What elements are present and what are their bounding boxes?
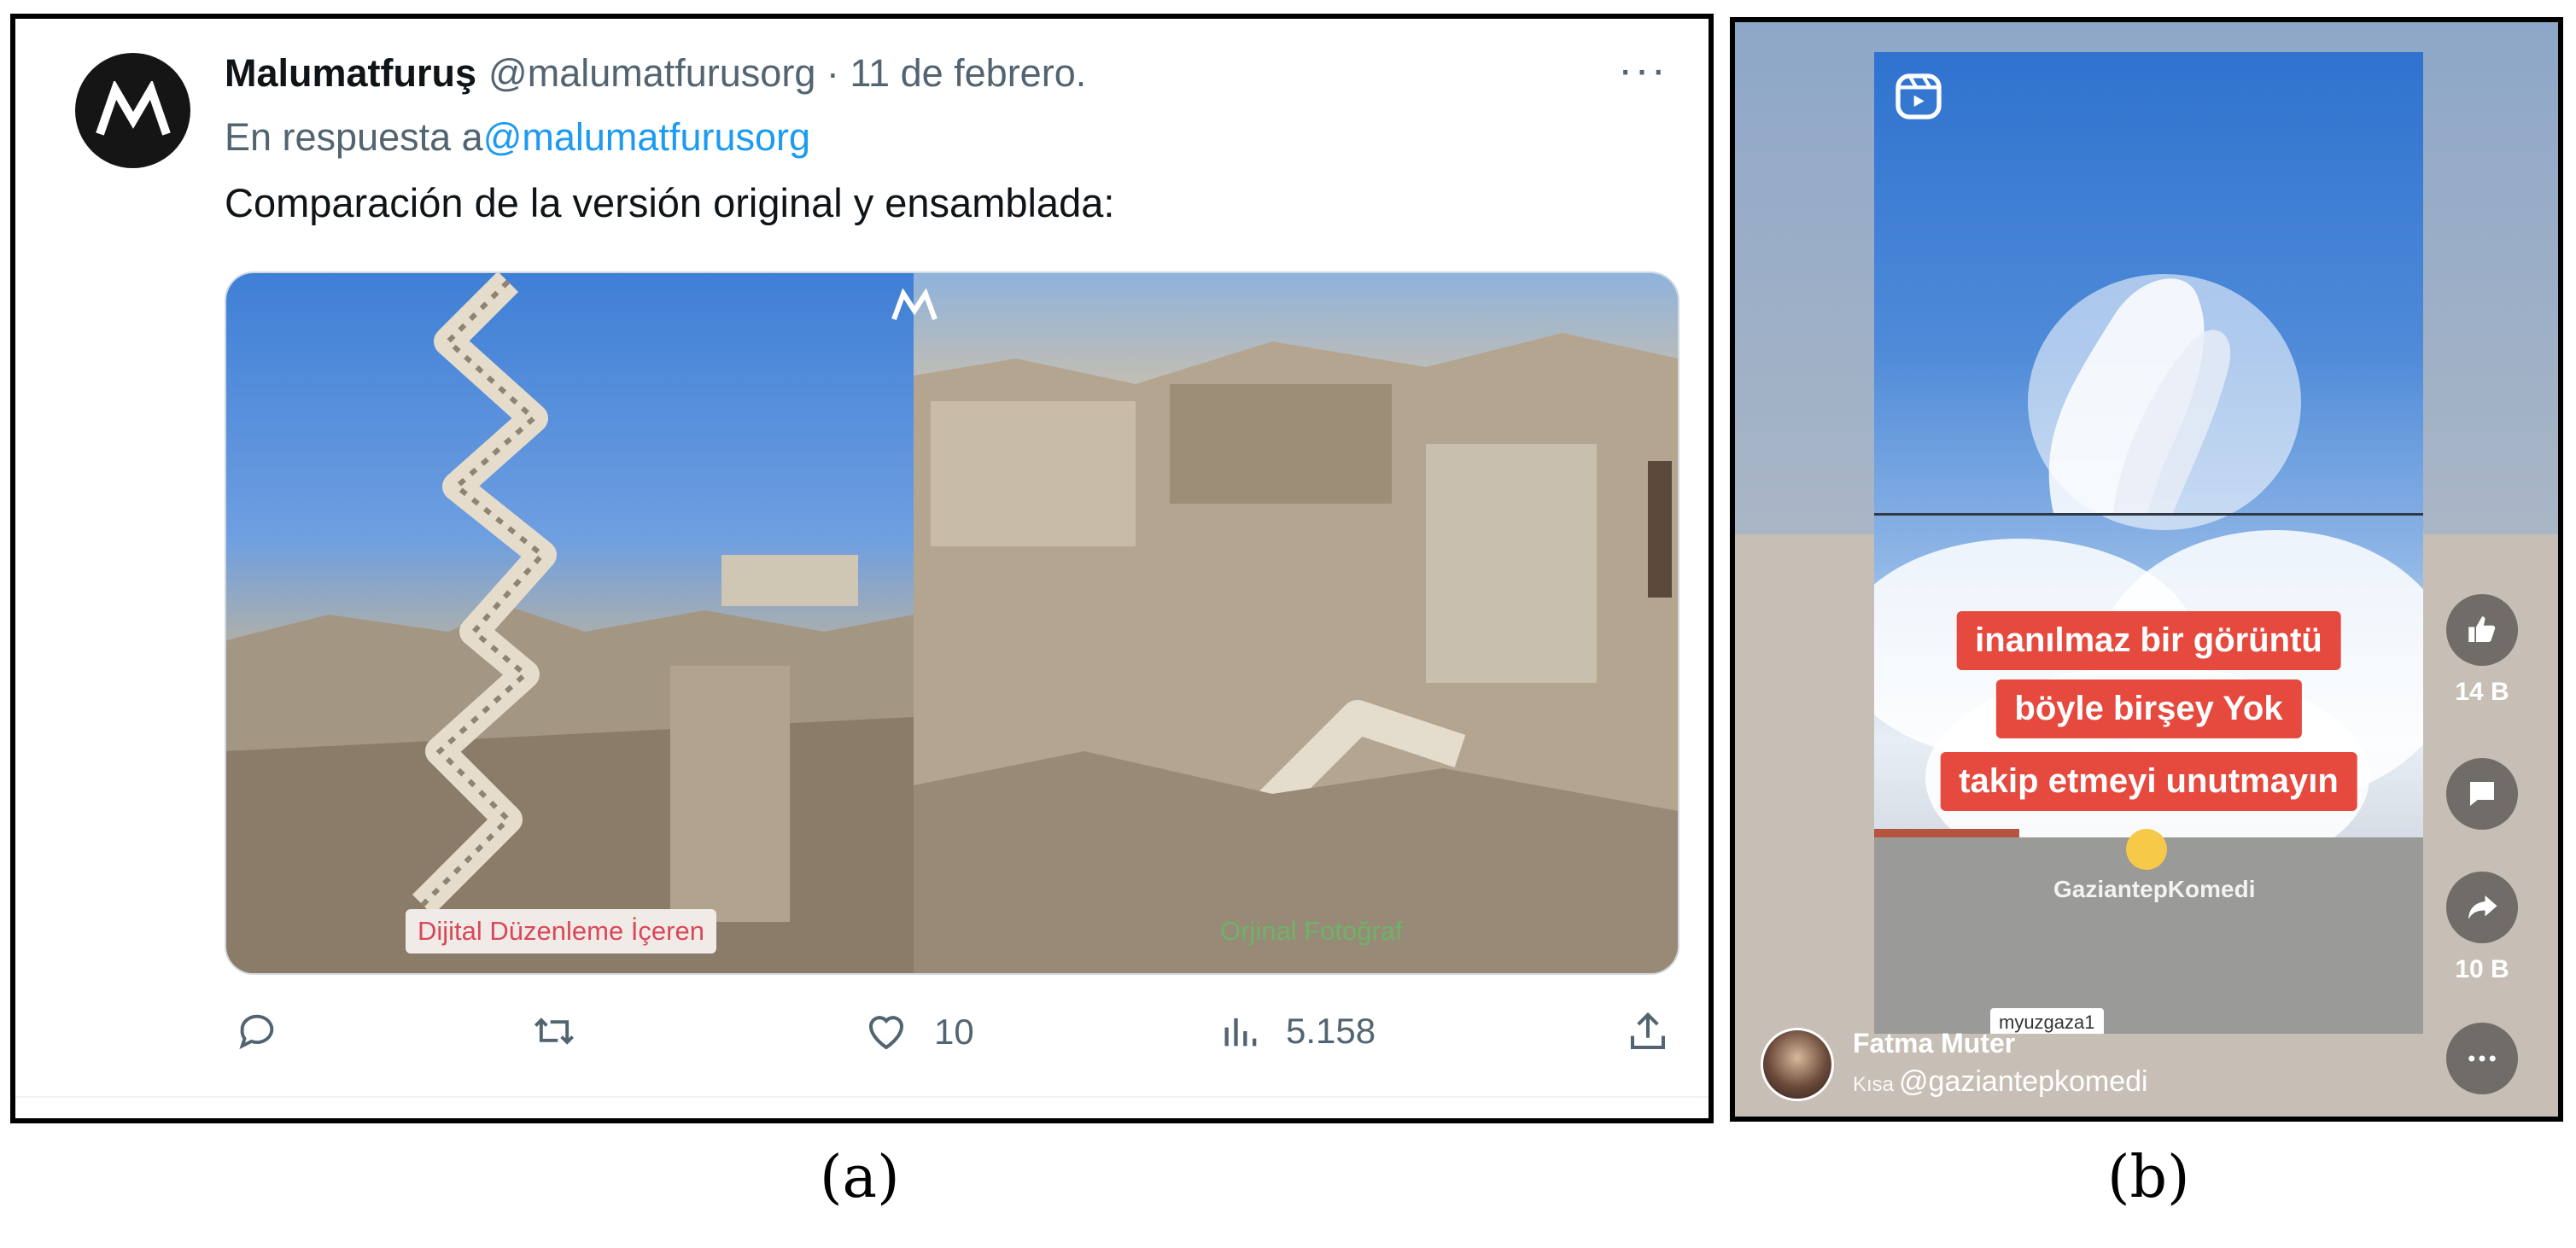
reply-prefix: En respuesta a [225, 115, 483, 159]
reels-icon [1895, 73, 1942, 120]
tweet-divider [15, 1096, 1709, 1098]
views-chart-icon [1224, 1018, 1257, 1047]
tweet-media[interactable]: Dijital Düzenleme İçeren Orjinal Fotoğra… [225, 271, 1679, 975]
overlay-text-1: inanılmaz bir görüntü [1956, 611, 2341, 670]
malumatfurus-logo-icon [95, 80, 171, 136]
edited-photo: Dijital Düzenleme İçeren [226, 273, 914, 973]
caption-b: (b) [2107, 1144, 2190, 1211]
watermark-text: GaziantepKomedi [2053, 876, 2256, 902]
short-label: Kısa [1853, 1073, 1895, 1096]
like-count: 14 B [2455, 678, 2509, 706]
video-panel: inanılmaz bir görüntü böyle birşey Yok t… [1730, 17, 2563, 1122]
tweet-header: Malumatfuruş @malumatfurusorg · 11 de feb… [225, 51, 1086, 96]
reply-button[interactable] [233, 1009, 281, 1053]
power-line [1874, 513, 2423, 516]
like-button[interactable] [2446, 594, 2518, 666]
view-count: 5.158 [1286, 1011, 1376, 1051]
staircase-rubble-image [226, 273, 914, 973]
retweet-icon [534, 1018, 575, 1045]
overlay-text-2: böyle birşey Yok [1995, 679, 2302, 738]
user-subline: Kısa @gaziantepkomedi [1853, 1065, 2148, 1099]
share-button[interactable] [1625, 1009, 1671, 1055]
tweet-actions: 10 5.158 [225, 1009, 1693, 1077]
share-button[interactable] [2446, 872, 2518, 943]
praying-hands-cloud [2048, 278, 2231, 513]
account-name[interactable]: Malumatfuruş [225, 51, 476, 95]
account-handle[interactable]: @malumatfurusorg [488, 51, 815, 95]
reply-icon [239, 1014, 274, 1050]
heart-icon [868, 1016, 904, 1050]
reply-context: En respuesta a@malumatfurusorg [225, 115, 810, 160]
more-options-icon[interactable]: ··· [1618, 44, 1668, 96]
original-photo-label: Orjinal Fotoğraf [1220, 916, 1403, 946]
like-count: 10 [934, 1012, 974, 1052]
views-button[interactable]: 5.158 [1219, 1009, 1376, 1053]
comment-button[interactable] [2446, 758, 2518, 830]
reply-mention-link[interactable]: @malumatfurusorg [483, 115, 810, 159]
share-arrow-icon [2468, 895, 2497, 919]
overlay-text-3: takip etmeyi unutmayın [1940, 752, 2357, 811]
user-avatar[interactable] [1761, 1028, 1834, 1101]
original-photo: Orjinal Fotoğraf [914, 273, 1678, 973]
share-count: 10 B [2455, 955, 2509, 983]
retweet-button[interactable] [528, 1009, 581, 1053]
ruins-image [914, 333, 1678, 973]
tweet-text: Comparación de la versión original y ens… [225, 180, 1115, 225]
video-frame[interactable]: inanılmaz bir görüntü böyle birşey Yok t… [1874, 52, 2423, 1034]
more-button[interactable] [2446, 1023, 2518, 1094]
crying-emoji-icon [2126, 829, 2167, 870]
account-avatar[interactable] [75, 53, 190, 168]
tweet-date[interactable]: · 11 de febrero. [827, 51, 1086, 95]
more-dots-icon [2468, 1055, 2496, 1062]
thumbs-up-icon [2468, 616, 2496, 642]
comment-icon [2470, 782, 2494, 806]
watermark-logo-icon [891, 289, 938, 321]
user-name[interactable]: Fatma Muter [1853, 1028, 2015, 1059]
like-button[interactable]: 10 [861, 1009, 974, 1055]
caption-a: (a) [820, 1144, 900, 1211]
edited-photo-label: Dijital Düzenleme İçeren [406, 909, 716, 953]
share-icon [1630, 1012, 1666, 1050]
user-handle[interactable]: @gaziantepkomedi [1899, 1065, 2148, 1098]
tweet-panel: Malumatfuruş @malumatfurusorg · 11 de feb… [10, 14, 1714, 1123]
